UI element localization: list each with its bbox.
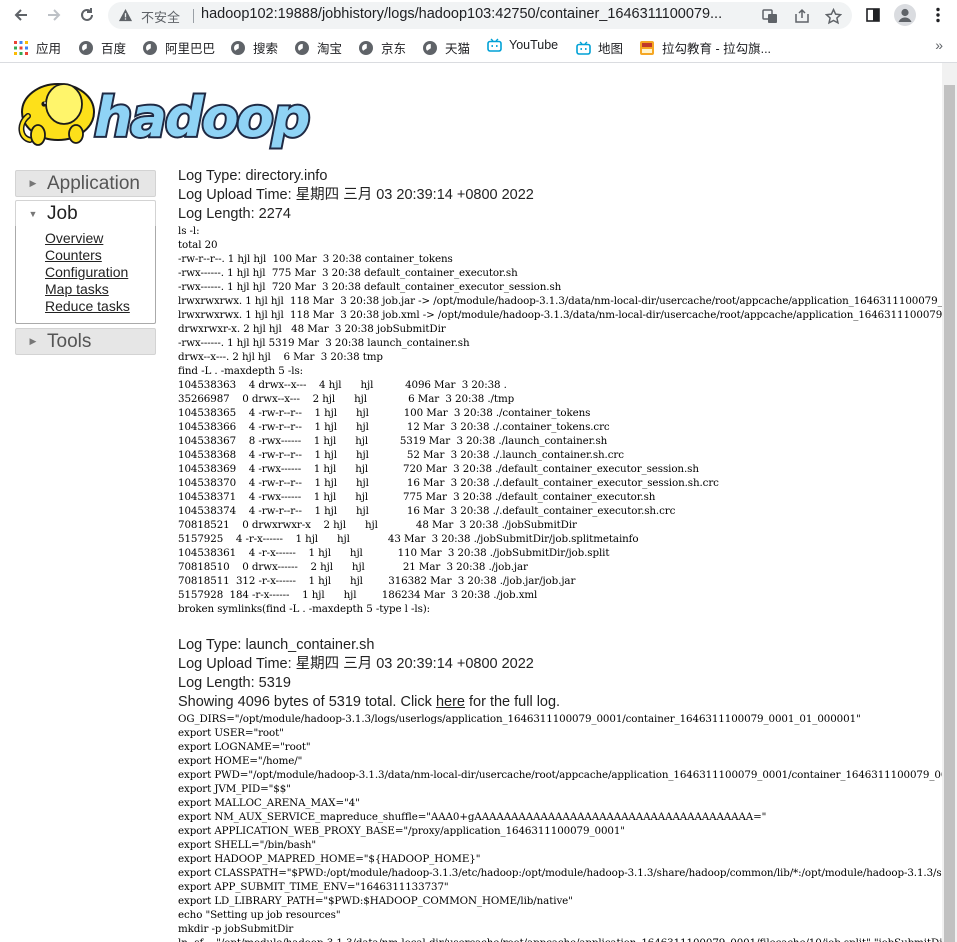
bilibili-tv-icon <box>487 38 502 52</box>
forward-arrow-icon[interactable] <box>43 4 65 26</box>
globe-icon <box>231 40 245 55</box>
bookmark-label: 应用 <box>36 42 62 56</box>
bookmark-maps[interactable]: 地图 <box>576 38 623 57</box>
full-log-link[interactable]: here <box>436 694 465 710</box>
globe-icon <box>423 40 437 55</box>
triangle-down-icon: ▼ <box>28 208 38 219</box>
bookmark-label: 淘宝 <box>317 42 343 56</box>
bookmark-label: 拉勾教育 - 拉勾旗... <box>662 42 772 56</box>
browser-toolbar: 不安全 hadoop102:19888/jobhistory/logs/hado… <box>0 0 957 31</box>
bookmark-star-icon[interactable] <box>823 6 843 26</box>
bookmarks-bar: 应用 百度 阿里巴巴 搜索 淘宝 京东 天猫 YouTube 地图 拉勾教育 -… <box>0 31 957 62</box>
scrollbar-thumb[interactable] <box>944 85 955 942</box>
bookmark-label: 搜索 <box>253 42 279 56</box>
bookmark-apps[interactable]: 应用 <box>14 38 61 57</box>
hadoop-logo: hadoop hadoop <box>18 83 313 150</box>
side-panel-icon[interactable] <box>862 4 884 26</box>
reload-icon[interactable] <box>76 4 98 26</box>
share-icon[interactable] <box>792 6 812 26</box>
divider <box>193 9 194 23</box>
nav-application-header[interactable]: ▶ Application <box>15 170 156 197</box>
nav-link-reduce-tasks[interactable]: Reduce tasks <box>45 298 155 315</box>
address-bar[interactable]: 不安全 hadoop102:19888/jobhistory/logs/hado… <box>108 2 852 29</box>
log-body: OG_DIRS="/opt/module/hadoop-3.1.3/logs/u… <box>178 713 957 942</box>
log-upload-time: Log Upload Time: 星期四 三月 03 20:39:14 +080… <box>178 187 534 203</box>
vertical-scrollbar[interactable] <box>942 63 957 942</box>
svg-text:hadoop: hadoop <box>94 86 309 149</box>
globe-icon <box>359 40 373 55</box>
bookmark-search[interactable]: 搜索 <box>231 38 278 57</box>
nav-link-configuration[interactable]: Configuration <box>45 264 155 281</box>
nav-link-counters[interactable]: Counters <box>45 247 155 264</box>
triangle-right-icon: ▶ <box>29 336 37 346</box>
menu-kebab-icon[interactable] <box>927 4 949 26</box>
log-length: Log Length: 5319 <box>178 675 291 691</box>
nav-job-label: Job <box>47 202 78 224</box>
log-length: Log Length: 2274 <box>178 206 291 222</box>
bookmark-youtube[interactable]: YouTube <box>487 38 558 52</box>
lagou-icon <box>640 40 654 55</box>
nav-job-panel: Overview Counters Configuration Map task… <box>15 226 156 324</box>
elephant-icon <box>18 83 95 146</box>
bookmark-label: 京东 <box>381 42 407 56</box>
nav-link-overview[interactable]: Overview <box>45 230 155 247</box>
insecure-label[interactable]: 不安全 <box>141 7 180 26</box>
bookmark-label: 阿里巴巴 <box>165 42 216 56</box>
bookmark-label: 地图 <box>598 42 624 56</box>
page-content: hadoop hadoop ▶ Application ▼ Job Overvi… <box>0 63 957 942</box>
log-truncation-note: Showing 4096 bytes of 5319 total. Click … <box>178 694 561 710</box>
bookmark-alibaba[interactable]: 阿里巴巴 <box>143 38 215 57</box>
bookmark-tmall[interactable]: 天猫 <box>423 38 470 57</box>
globe-icon <box>143 40 157 55</box>
bookmark-lagou[interactable]: 拉勾教育 - 拉勾旗... <box>640 38 771 57</box>
log-upload-time: Log Upload Time: 星期四 三月 03 20:39:14 +080… <box>178 656 534 672</box>
nav-tools-header[interactable]: ▶ Tools <box>15 328 156 355</box>
nav-job-header[interactable]: ▼ Job <box>15 200 156 226</box>
bookmark-jd[interactable]: 京东 <box>359 38 406 57</box>
side-navigation: ▶ Application ▼ Job Overview Counters Co… <box>15 170 156 358</box>
warning-triangle-icon[interactable] <box>118 8 133 23</box>
url-text[interactable]: hadoop102:19888/jobhistory/logs/hadoop10… <box>201 6 756 22</box>
nav-application-label: Application <box>47 172 140 194</box>
bookmark-label: 百度 <box>101 42 127 56</box>
nav-tools-label: Tools <box>47 330 92 352</box>
translate-icon[interactable] <box>760 6 780 26</box>
bookmark-baidu[interactable]: 百度 <box>79 38 126 57</box>
log-body: ls -l: total 20 -rw-r--r--. 1 hjl hjl 10… <box>178 225 957 615</box>
profile-avatar-icon[interactable] <box>894 4 916 26</box>
bookmark-taobao[interactable]: 淘宝 <box>295 38 342 57</box>
globe-icon <box>295 40 309 55</box>
bookmark-label: 天猫 <box>445 42 471 56</box>
globe-icon <box>79 40 93 55</box>
log-type: Log Type: directory.info <box>178 168 328 184</box>
log-type: Log Type: launch_container.sh <box>178 637 375 653</box>
nav-link-map-tasks[interactable]: Map tasks <box>45 281 155 298</box>
log-content: Log Type: directory.info Log Upload Time… <box>178 167 957 942</box>
back-arrow-icon[interactable] <box>10 4 32 26</box>
apps-grid-icon <box>14 40 28 55</box>
more-bookmarks-icon[interactable]: » <box>935 37 943 53</box>
bilibili-tv-icon <box>576 41 591 55</box>
bookmark-label: YouTube <box>509 38 559 52</box>
triangle-right-icon: ▶ <box>29 178 37 188</box>
